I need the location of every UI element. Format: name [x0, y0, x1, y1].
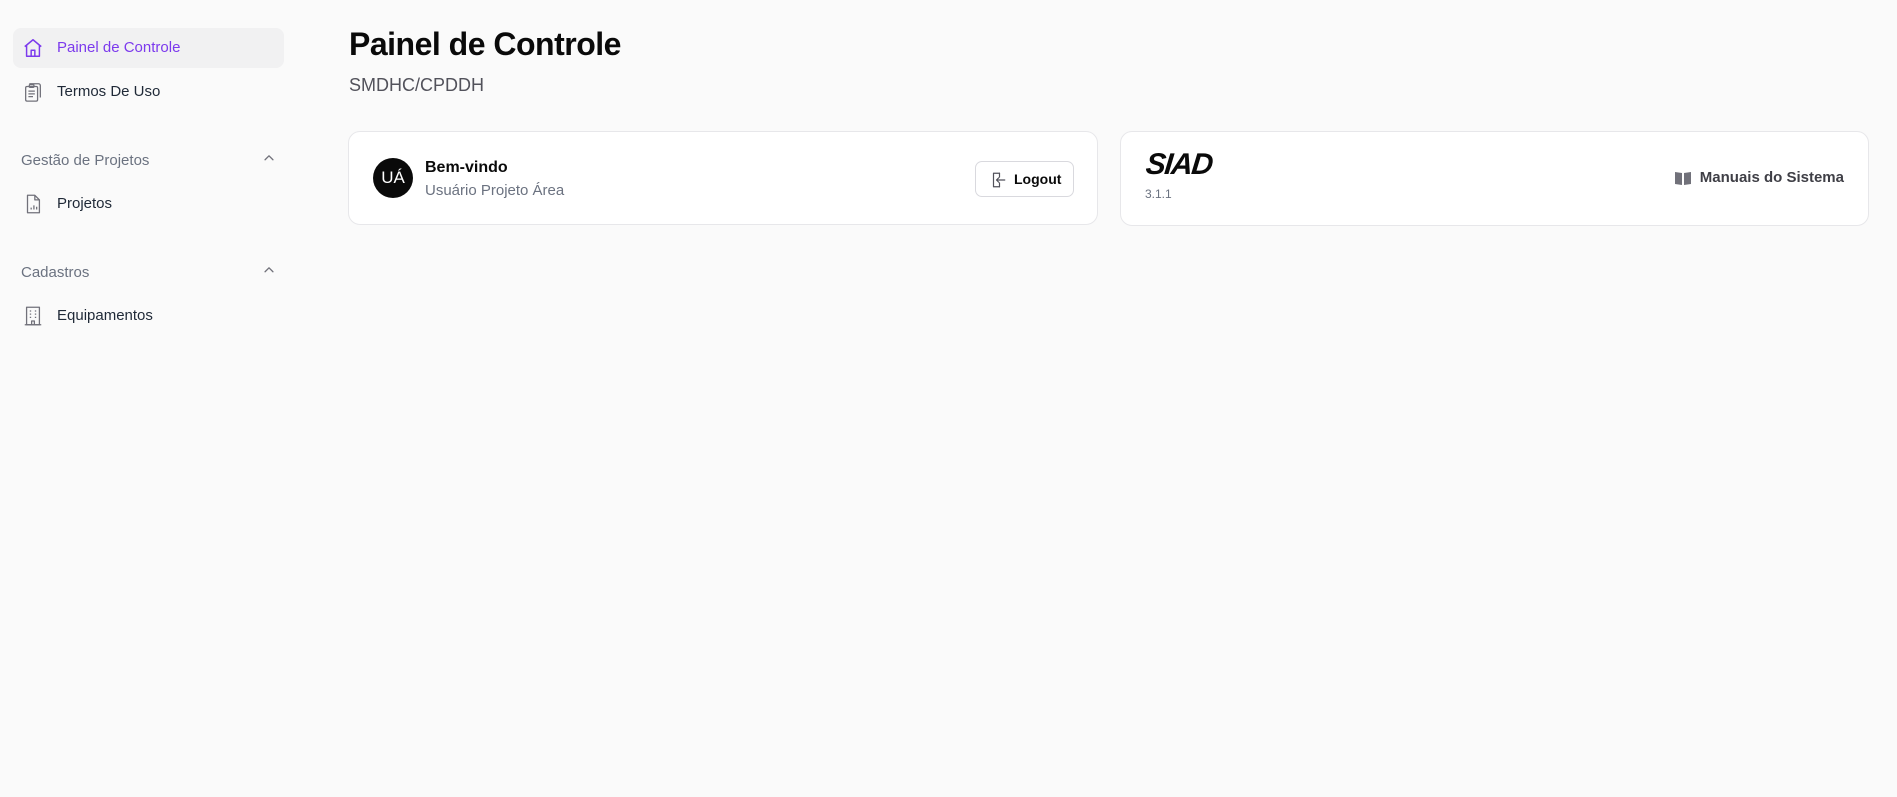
siad-logo: SIAD — [1144, 148, 1214, 181]
user-name: Usuário Projeto Área — [425, 182, 565, 199]
file-chart-icon — [22, 193, 44, 215]
sidebar-item-label: Painel de Controle — [57, 39, 181, 56]
manuals-link[interactable]: Manuais do Sistema — [1674, 169, 1844, 186]
building-icon — [22, 305, 44, 327]
system-card: SIAD 3.1.1 Manuais do Sistema — [1120, 131, 1869, 226]
section-header-gestao-de-projetos[interactable]: Gestão de Projetos — [21, 148, 276, 172]
chevron-up-icon — [262, 263, 276, 281]
page-subtitle: SMDHC/CPDDH — [349, 75, 484, 95]
app-root: Painel de Controle Termos De Uso Gestão … — [0, 0, 1897, 797]
sidebar-item-termos-de-uso[interactable]: Termos De Uso — [13, 72, 284, 112]
section-title: Gestão de Projetos — [21, 151, 150, 169]
section-title: Cadastros — [21, 263, 90, 281]
manuals-label: Manuais do Sistema — [1699, 169, 1844, 186]
sidebar-item-equipamentos[interactable]: Equipamentos — [13, 296, 284, 336]
book-icon — [1674, 170, 1692, 186]
logout-icon — [989, 171, 1007, 189]
logout-button[interactable]: Logout — [975, 161, 1074, 197]
welcome-card: UÁ Bem-vindo Usuário Projeto Área Logout — [348, 131, 1098, 225]
section-header-cadastros[interactable]: Cadastros — [21, 260, 276, 284]
clipboard-icon — [22, 81, 44, 103]
sidebar-item-label: Equipamentos — [57, 307, 153, 324]
page-title: Painel de Controle — [349, 26, 621, 62]
sidebar-item-label: Projetos — [57, 195, 113, 212]
sidebar-item-painel-de-controle[interactable]: Painel de Controle — [13, 28, 284, 68]
chevron-up-icon — [262, 151, 276, 169]
system-version: 3.1.1 — [1145, 187, 1172, 201]
logout-label: Logout — [1014, 171, 1062, 187]
sidebar: Painel de Controle Termos De Uso Gestão … — [0, 0, 292, 797]
sidebar-item-label: Termos De Uso — [57, 83, 161, 100]
home-icon — [22, 37, 44, 59]
avatar: UÁ — [373, 158, 413, 198]
sidebar-item-projetos[interactable]: Projetos — [13, 184, 284, 224]
welcome-title: Bem-vindo — [425, 159, 508, 176]
